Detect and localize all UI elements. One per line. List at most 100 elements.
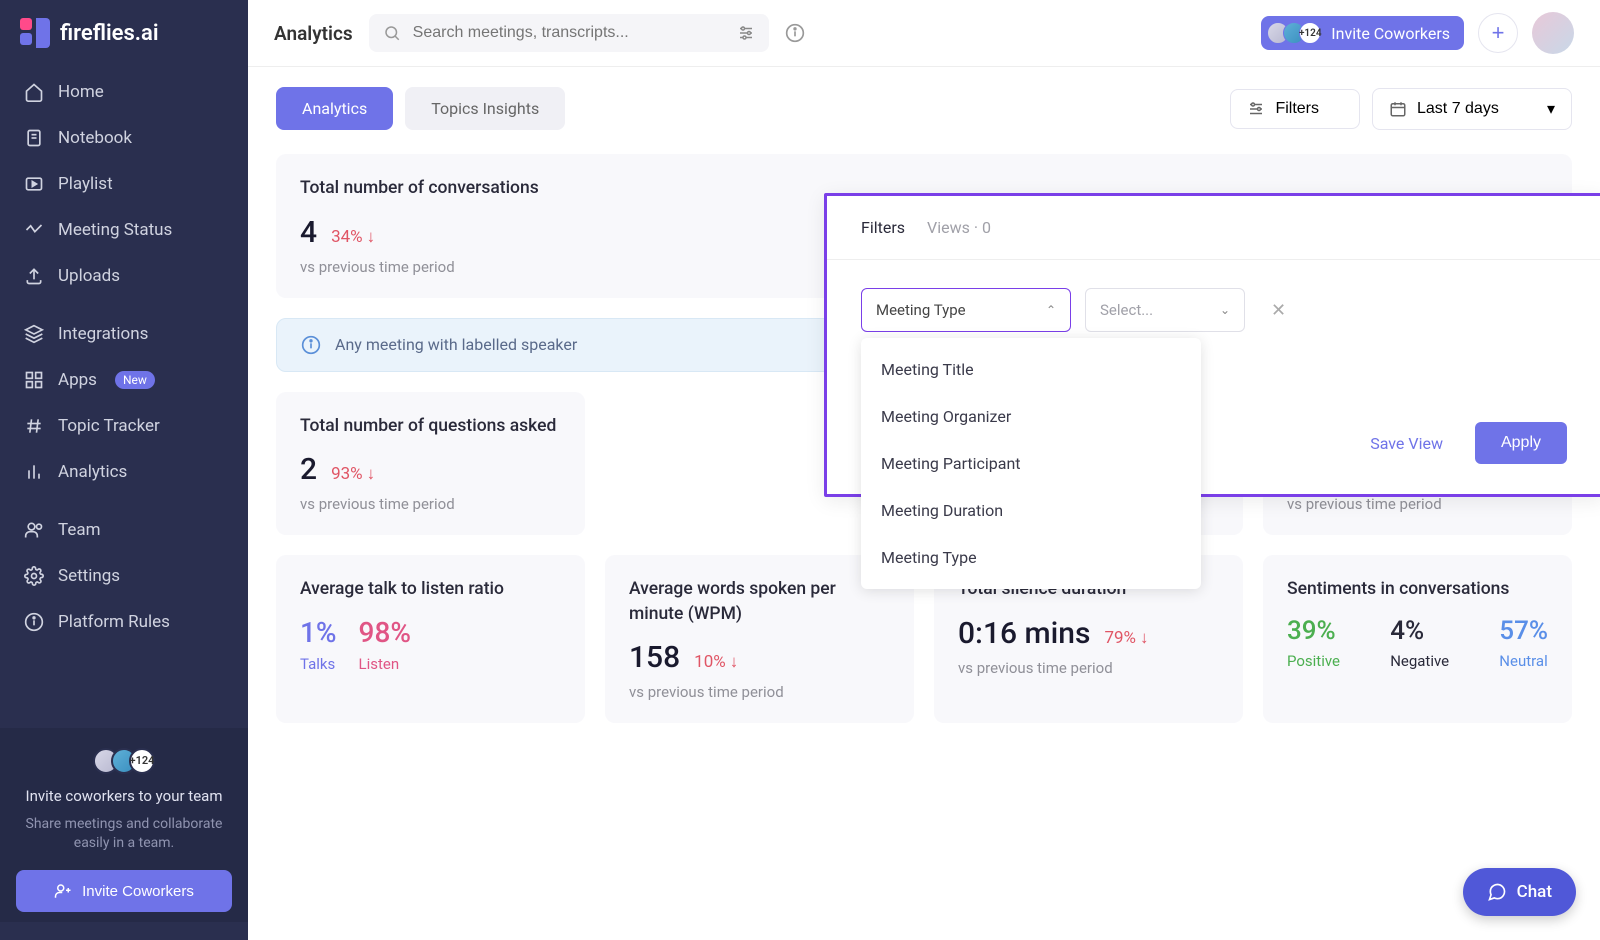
footer-avatars: +124 [16, 748, 232, 774]
card-delta: 34%↓ [331, 227, 375, 247]
user-avatar[interactable] [1532, 12, 1574, 54]
search-icon [383, 24, 401, 42]
chat-fab[interactable]: Chat [1463, 868, 1576, 916]
sidebar-item-label: Uploads [58, 266, 120, 286]
card-title: Sentiments in conversations [1287, 577, 1548, 602]
tab-analytics[interactable]: Analytics [276, 87, 393, 130]
sidebar-item-notebook[interactable]: Notebook [10, 116, 238, 160]
logo[interactable]: fireflies.ai [0, 18, 248, 70]
filter-field-select-button[interactable]: Meeting Type ⌃ [861, 288, 1071, 332]
info-icon [24, 612, 44, 632]
invite-pill-label: Invite Coworkers [1331, 24, 1450, 43]
info-icon[interactable] [785, 23, 805, 43]
sidebar-item-integrations[interactable]: Integrations [10, 312, 238, 356]
avatar-count-badge: +124 [129, 748, 155, 774]
filter-option[interactable]: Meeting Duration [861, 487, 1201, 534]
arrow-down-icon: ↓ [367, 227, 376, 247]
neutral-label: Neutral [1499, 652, 1548, 670]
filters-button[interactable]: Filters [1230, 89, 1360, 129]
sidebar-item-meeting-status[interactable]: Meeting Status [10, 208, 238, 252]
chat-label: Chat [1517, 882, 1552, 902]
select-placeholder: Select... [1100, 301, 1153, 319]
card-title: Average words spoken per minute (WPM) [629, 577, 890, 626]
neutral-value: 57% [1499, 616, 1548, 646]
save-view-button[interactable]: Save View [1354, 424, 1459, 463]
filter-option[interactable]: Meeting Type [861, 534, 1201, 581]
home-icon [24, 82, 44, 102]
sidebar-item-uploads[interactable]: Uploads [10, 254, 238, 298]
card-title: Average talk to listen ratio [300, 577, 561, 602]
filter-value-select-button[interactable]: Select... ⌄ [1085, 288, 1245, 332]
positive-value: 39% [1287, 616, 1340, 646]
sidebar-item-label: Team [58, 520, 101, 540]
arrow-down-icon: ↓ [1140, 628, 1149, 648]
negative-label: Negative [1390, 652, 1449, 670]
logo-icon [20, 18, 50, 48]
info-icon [301, 335, 321, 355]
chevron-up-icon: ⌃ [1046, 303, 1056, 317]
sidebar-item-home[interactable]: Home [10, 70, 238, 114]
invite-coworkers-button[interactable]: Invite Coworkers [16, 870, 232, 912]
card-sentiments: Sentiments in conversations 39%Positive … [1263, 555, 1572, 723]
card-sub: vs previous time period [958, 659, 1219, 677]
filters-popup-body: Meeting Type ⌃ Meeting Title Meeting Org… [827, 260, 1600, 494]
topbar: Analytics +124 Invite Coworkers + [248, 0, 1600, 67]
listen-label: Listen [359, 655, 411, 673]
card-questions: Total number of questions asked 2 93%↓ v… [276, 392, 585, 536]
sidebar-item-label: Notebook [58, 128, 132, 148]
sliders-icon [1247, 100, 1265, 118]
chevron-down-icon: ⌄ [1220, 303, 1230, 317]
card-value: 2 [300, 452, 317, 487]
sidebar-item-analytics[interactable]: Analytics [10, 450, 238, 494]
apps-icon [24, 370, 44, 390]
apply-button[interactable]: Apply [1475, 422, 1567, 464]
filter-option[interactable]: Meeting Participant [861, 440, 1201, 487]
tab-topics-insights[interactable]: Topics Insights [405, 87, 565, 130]
sidebar-item-label: Settings [58, 566, 120, 586]
card-sub: vs previous time period [300, 495, 561, 513]
card-sub: vs previous time period [1287, 495, 1548, 513]
analytics-icon [24, 462, 44, 482]
main: Analytics +124 Invite Coworkers + [248, 0, 1600, 940]
sidebar-item-label: Platform Rules [58, 612, 170, 632]
card-delta: 10%↓ [694, 652, 738, 672]
filter-field-select: Meeting Type ⌃ Meeting Title Meeting Org… [861, 288, 1071, 332]
add-button[interactable]: + [1478, 13, 1518, 53]
negative-value: 4% [1390, 616, 1449, 646]
talks-label: Talks [300, 655, 337, 673]
popup-tab-views[interactable]: Views · 0 [927, 218, 991, 237]
popup-tab-filters[interactable]: Filters [861, 218, 905, 237]
sidebar-item-label: Analytics [58, 462, 127, 482]
page-title: Analytics [274, 22, 353, 45]
notebook-icon [24, 128, 44, 148]
sidebar-item-apps[interactable]: AppsNew [10, 358, 238, 402]
card-delta: 93%↓ [331, 464, 375, 484]
team-icon [24, 520, 44, 540]
search-box[interactable] [369, 14, 769, 52]
filter-option[interactable]: Meeting Organizer [861, 393, 1201, 440]
sidebar-item-label: Integrations [58, 324, 148, 344]
date-range-button[interactable]: Last 7 days ▾ [1372, 88, 1572, 130]
brand-name: fireflies.ai [60, 21, 159, 46]
tabs-row: Analytics Topics Insights Filters Last 7… [276, 87, 1572, 130]
sidebar-item-settings[interactable]: Settings [10, 554, 238, 598]
filters-popup-tabs: Filters Views · 0 [827, 196, 1600, 260]
sidebar-item-label: Home [58, 82, 104, 102]
sidebar-nav: Home Notebook Playlist Meeting Status Up… [0, 70, 248, 644]
footer-title: Invite coworkers to your team [16, 786, 232, 807]
remove-filter-button[interactable]: ✕ [1271, 300, 1286, 321]
sidebar-item-label: Meeting Status [58, 220, 172, 240]
search-input[interactable] [413, 24, 725, 42]
chevron-down-icon: ▾ [1547, 99, 1555, 119]
invite-coworkers-pill[interactable]: +124 Invite Coworkers [1261, 16, 1464, 50]
sliders-icon[interactable] [737, 24, 755, 42]
footer-subtitle: Share meetings and collaborate easily in… [16, 815, 232, 854]
sidebar-item-topic-tracker[interactable]: Topic Tracker [10, 404, 238, 448]
listen-value: 98% [359, 616, 411, 649]
card-talk-listen-ratio: Average talk to listen ratio 1% Talks 98… [276, 555, 585, 723]
sidebar-item-team[interactable]: Team [10, 508, 238, 552]
sidebar-item-platform-rules[interactable]: Platform Rules [10, 600, 238, 644]
filter-option[interactable]: Meeting Title [861, 346, 1201, 393]
selected-label: Meeting Type [876, 301, 966, 319]
sidebar-item-playlist[interactable]: Playlist [10, 162, 238, 206]
